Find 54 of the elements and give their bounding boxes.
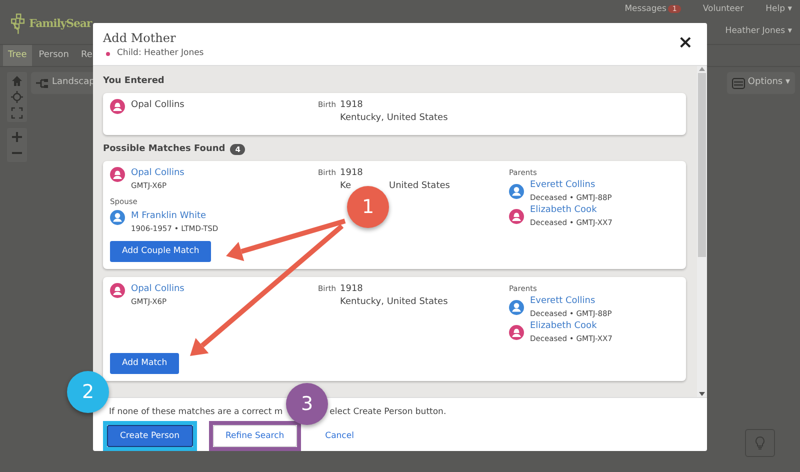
scrollbar[interactable] bbox=[697, 66, 707, 397]
person-name-link[interactable]: Opal Collins bbox=[131, 283, 184, 296]
section-heading: Possible Matches Found bbox=[103, 143, 226, 156]
footer-note: If none of these matches are a correct m bbox=[109, 406, 283, 418]
birth-place: Kentucky, United States bbox=[340, 296, 448, 309]
person-name: Opal Collins bbox=[131, 99, 184, 112]
male-person-icon bbox=[509, 184, 524, 199]
birth-year: 1918 bbox=[340, 99, 364, 112]
add-match-button[interactable]: Add Match bbox=[110, 353, 180, 374]
person-name-link[interactable]: Everett Collins bbox=[530, 179, 612, 192]
nav-tab[interactable]: Re bbox=[76, 45, 98, 66]
section-heading: You Entered bbox=[103, 75, 166, 88]
nav-tab[interactable]: Tree bbox=[3, 45, 32, 66]
person-name-link[interactable]: Elizabeth Cook bbox=[530, 320, 612, 333]
add-match-button[interactable]: Add Couple Match bbox=[110, 241, 212, 262]
footer-button[interactable]: Create Person bbox=[107, 425, 193, 447]
lightbulb-icon bbox=[754, 436, 766, 450]
female-person-icon bbox=[509, 209, 524, 224]
options-icon bbox=[732, 78, 745, 88]
birth-place: United States bbox=[389, 180, 450, 193]
home-icon[interactable] bbox=[11, 75, 23, 87]
male-person-icon bbox=[509, 300, 524, 315]
top-link[interactable]: Volunteer bbox=[702, 2, 744, 16]
options-button[interactable]: Options ▾ bbox=[726, 72, 795, 94]
female-person-icon bbox=[110, 99, 125, 114]
lightbulb-button[interactable] bbox=[745, 429, 775, 457]
person-name-link[interactable]: Everett Collins bbox=[530, 295, 612, 308]
female-person-icon bbox=[509, 325, 524, 340]
zoom-in-icon[interactable] bbox=[11, 131, 23, 143]
dialog-subtitle: Child: Heather Jones bbox=[117, 47, 204, 60]
step-number-badge: 2 bbox=[67, 371, 109, 413]
female-person-icon bbox=[110, 167, 125, 182]
user-menu[interactable]: Heather Jones ▾ bbox=[725, 24, 792, 38]
fullscreen-icon[interactable] bbox=[11, 107, 23, 119]
top-link[interactable]: Help ▾ bbox=[766, 2, 792, 16]
nav-tab[interactable]: Person bbox=[34, 45, 74, 66]
scroll-down-icon[interactable] bbox=[699, 391, 705, 397]
female-person-icon bbox=[110, 283, 125, 298]
dialog-title: Add Mother bbox=[103, 31, 177, 46]
birth-place: Kentucky, United States bbox=[340, 112, 448, 125]
person-name-link[interactable]: Elizabeth Cook bbox=[530, 204, 612, 217]
birth-year: 1918 bbox=[340, 283, 364, 296]
close-button[interactable]: × bbox=[674, 33, 697, 53]
footer-button[interactable]: Refine Search bbox=[212, 425, 298, 447]
hierarchy-icon bbox=[36, 78, 49, 88]
footer-note: elect Create Person button. bbox=[330, 406, 446, 418]
target-icon[interactable] bbox=[11, 91, 23, 103]
male-person-icon bbox=[110, 210, 125, 225]
logo-text: FamilySear bbox=[29, 16, 92, 32]
cancel-link[interactable]: Cancel bbox=[313, 425, 366, 447]
person-name-link[interactable]: M Franklin White bbox=[131, 210, 218, 223]
person-name-link[interactable]: Opal Collins bbox=[131, 167, 184, 180]
bullet-dot bbox=[106, 52, 110, 56]
birth-year: 1918 bbox=[340, 167, 364, 180]
